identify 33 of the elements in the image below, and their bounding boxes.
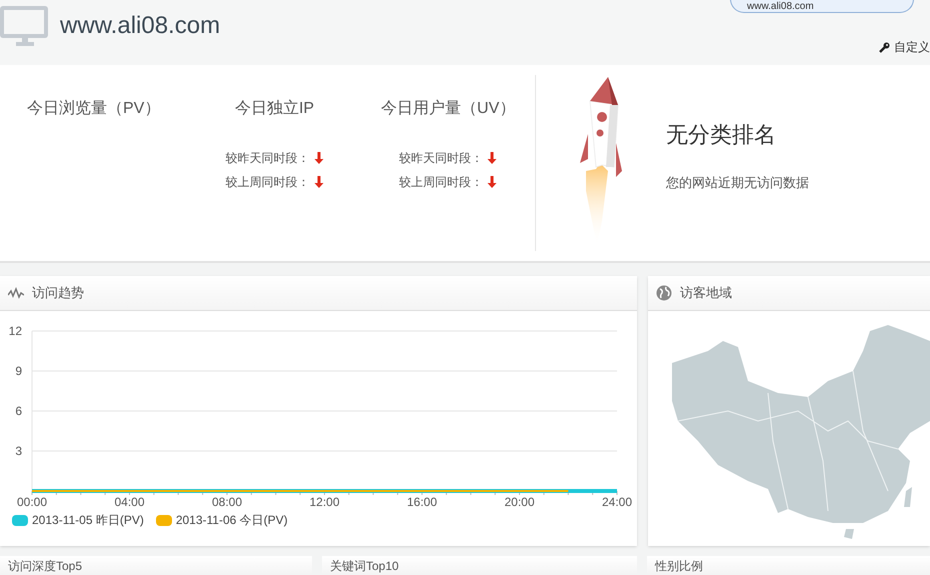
y-tick-label: 9 [15, 364, 22, 378]
x-tick-label: 16:00 [406, 495, 438, 509]
x-tick-label: 12:00 [309, 495, 340, 509]
x-tick-label: 04:00 [114, 495, 145, 509]
customize-link[interactable]: 自定义 [894, 38, 930, 56]
stat-label: 今日浏览量（PV） [27, 100, 160, 117]
stat-label: 今日用户量（UV） [381, 98, 516, 119]
ranking-title: 无分类排名 [666, 121, 777, 149]
x-tick-label: 24:00 [602, 495, 632, 509]
y-tick-label: 3 [15, 444, 22, 458]
panel-title: 关键词Top10 [330, 558, 399, 574]
x-tick-label: 20:00 [504, 495, 535, 509]
panel-title: 访问趋势 [32, 284, 84, 302]
legend-label: 2013-11-05 昨日(PV) [32, 512, 144, 529]
panel-title: 访客地域 [680, 284, 732, 302]
x-tick-label: 08:00 [212, 495, 242, 509]
pulse-icon [8, 287, 24, 299]
site-title: www.ali08.com [60, 11, 220, 41]
comparison-label: 较昨天同时段： [226, 150, 310, 167]
site-input-field[interactable]: www.ali08.com [730, 0, 914, 13]
wrench-icon [879, 42, 890, 52]
y-tick-label: 6 [15, 404, 22, 418]
y-tick-label: 12 [8, 324, 22, 338]
globe-icon [656, 285, 672, 301]
legend-label: 2013-11-06 今日(PV) [176, 512, 288, 529]
panel-title: 访问深度Top5 [8, 558, 82, 574]
panel-title: 性别比例 [655, 558, 703, 574]
stat-label: 今日独立IP [234, 98, 314, 119]
comparison-label: 较上周同时段： [226, 174, 310, 191]
ranking-message: 您的网站近期无访问数据 [666, 174, 809, 192]
comparison-label: 较昨天同时段： [399, 150, 484, 167]
x-tick-label: 00:00 [16, 495, 48, 509]
comparison-label: 较上周同时段： [399, 174, 484, 191]
